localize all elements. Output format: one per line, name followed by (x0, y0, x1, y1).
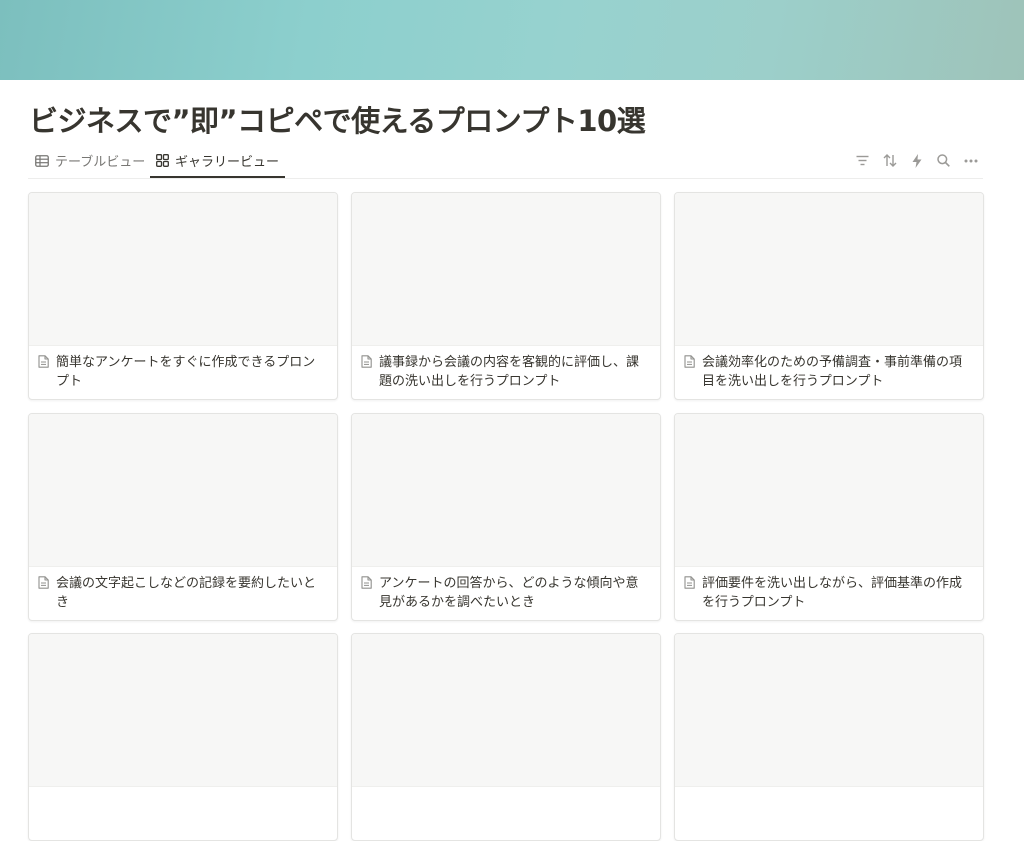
card-title: 簡単なアンケートをすぐに作成できるプロンプト (38, 353, 325, 391)
gallery-card[interactable] (28, 633, 338, 841)
gallery-card[interactable]: 簡単なアンケートをすぐに作成できるプロンプト (28, 192, 338, 400)
gallery-card[interactable] (674, 633, 984, 841)
card-title: 議事録から会議の内容を客観的に評価し、課題の洗い出しを行うプロンプト (361, 353, 648, 391)
page-document-icon (361, 576, 372, 589)
automation-lightning-icon (912, 153, 921, 168)
page-document-icon (684, 355, 695, 368)
gallery-card[interactable]: 評価要件を洗い出しながら、評価基準の作成を行うプロンプト (674, 413, 984, 621)
card-preview (29, 414, 337, 567)
card-preview (29, 193, 337, 346)
card-preview (675, 414, 983, 567)
page-cover (0, 0, 1024, 80)
filter-button[interactable] (854, 152, 871, 169)
more-options-button[interactable] (962, 152, 979, 169)
more-options-icon (964, 159, 977, 162)
card-preview (352, 414, 660, 567)
gallery-card[interactable]: 会議効率化のための予備調査・事前準備の項目を洗い出しを行うプロンプト (674, 192, 984, 400)
view-tabs-bar: テーブルビュー ギャラリービュー (28, 144, 983, 179)
gallery-icon (156, 154, 169, 167)
card-preview (29, 634, 337, 787)
sort-button[interactable] (881, 152, 898, 169)
search-button[interactable] (935, 152, 952, 169)
tab-gallery-view-label: ギャラリービュー (175, 155, 280, 170)
view-toolbar (854, 152, 979, 169)
card-title: 会議の文字起こしなどの記録を要約したいとき (38, 574, 325, 612)
card-title: アンケートの回答から、どのような傾向や意見があるかを調べたいとき (361, 574, 648, 612)
tab-table-view-label: テーブルビュー (55, 155, 146, 170)
gallery-card[interactable]: 会議の文字起こしなどの記録を要約したいとき (28, 413, 338, 621)
card-title-text: 簡単なアンケートをすぐに作成できるプロンプト (56, 355, 316, 389)
table-icon (35, 154, 49, 167)
card-title-text: アンケートの回答から、どのような傾向や意見があるかを調べたいとき (379, 576, 639, 610)
page-document-icon (361, 355, 372, 368)
search-icon (937, 154, 950, 167)
card-preview (675, 634, 983, 787)
page-document-icon (38, 576, 49, 589)
card-title-text: 議事録から会議の内容を客観的に評価し、課題の洗い出しを行うプロンプト (379, 355, 640, 389)
tab-table-view[interactable]: テーブルビュー (35, 144, 145, 177)
card-title-text: 会議効率化のための予備調査・事前準備の項目を洗い出しを行うプロンプト (702, 355, 963, 389)
sort-icon (883, 154, 896, 167)
page-document-icon (684, 576, 695, 589)
card-preview (352, 634, 660, 787)
page-title: ビジネスで”即”コピペで使えるプロンプト10選 (29, 104, 646, 138)
gallery-card[interactable]: アンケートの回答から、どのような傾向や意見があるかを調べたいとき (351, 413, 661, 621)
card-preview (352, 193, 660, 346)
card-title-text: 評価要件を洗い出しながら、評価基準の作成を行うプロンプト (702, 576, 963, 610)
card-title-text: 会議の文字起こしなどの記録を要約したいとき (56, 576, 317, 610)
card-title: 会議効率化のための予備調査・事前準備の項目を洗い出しを行うプロンプト (684, 353, 971, 391)
gallery-card[interactable]: 議事録から会議の内容を客観的に評価し、課題の洗い出しを行うプロンプト (351, 192, 661, 400)
page-document-icon (38, 355, 49, 368)
filter-icon (856, 155, 869, 166)
card-preview (675, 193, 983, 346)
gallery-card[interactable] (351, 633, 661, 841)
card-title: 評価要件を洗い出しながら、評価基準の作成を行うプロンプト (684, 574, 971, 612)
tab-gallery-view[interactable]: ギャラリービュー (150, 144, 286, 178)
automation-button[interactable] (908, 152, 925, 169)
